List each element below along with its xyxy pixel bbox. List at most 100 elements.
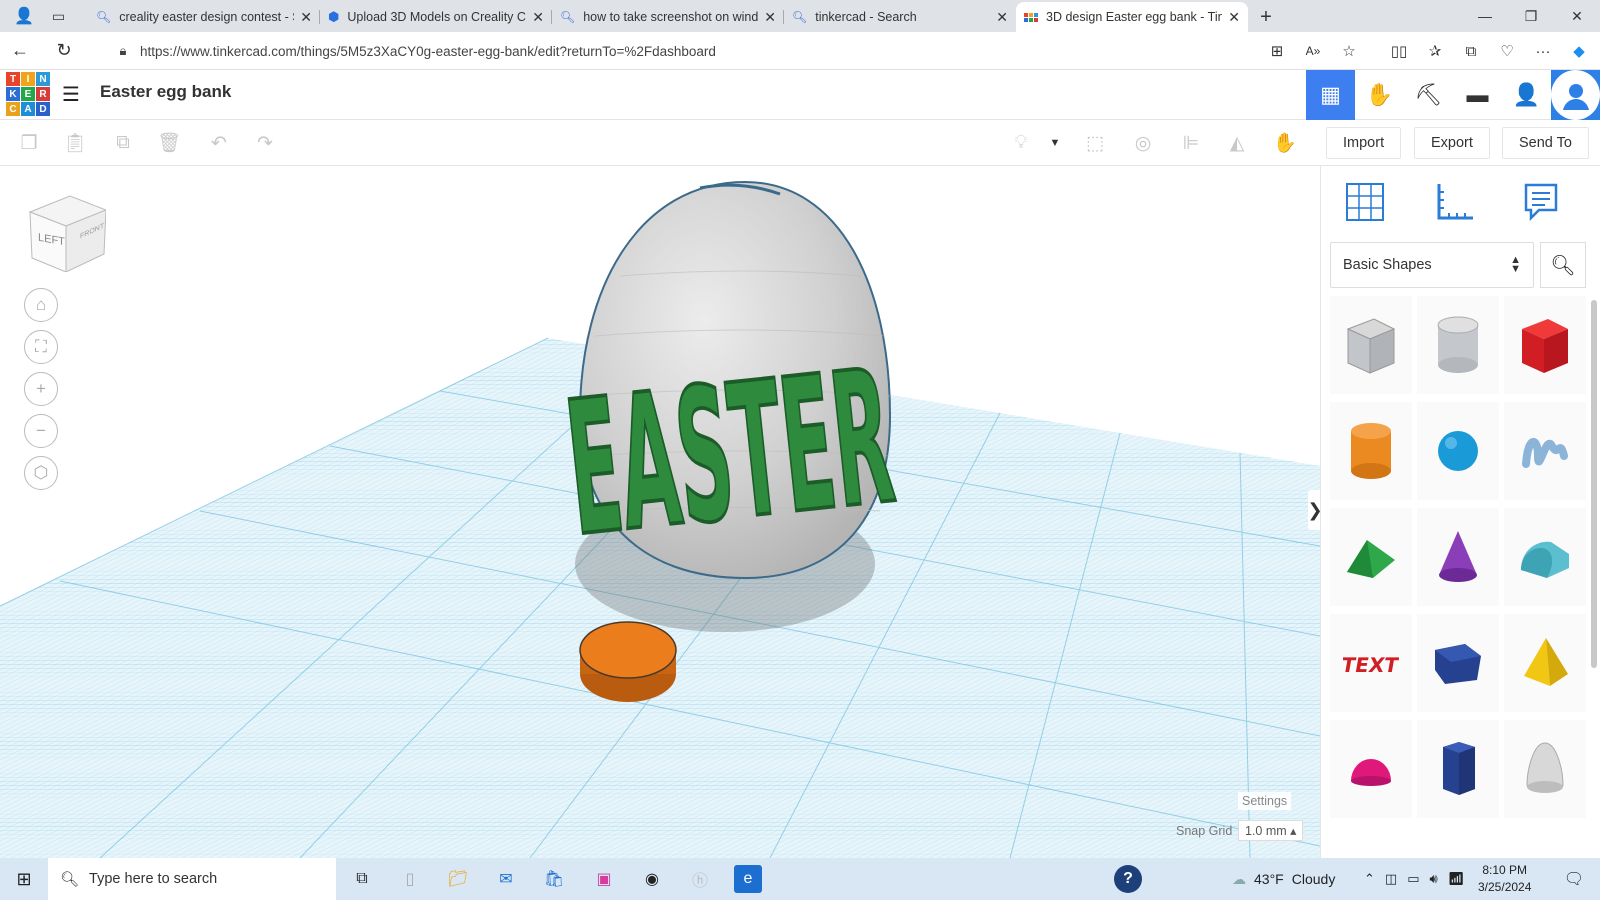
- shape-round-roof[interactable]: [1504, 508, 1586, 606]
- design-title[interactable]: Easter egg bank: [100, 82, 231, 102]
- browser-tab[interactable]: 🔍︎ how to take screenshot on windo ✕: [552, 2, 784, 32]
- orange-button[interactable]: [579, 621, 677, 702]
- close-icon[interactable]: ✕: [532, 9, 544, 26]
- shape-cylinder[interactable]: [1417, 296, 1499, 394]
- zoom-in-icon[interactable]: +: [24, 372, 58, 406]
- list-menu-icon[interactable]: ☰: [62, 82, 80, 107]
- photos-icon[interactable]: ▣: [590, 865, 618, 893]
- copilot-icon[interactable]: ◆: [1568, 42, 1590, 60]
- hp-icon[interactable]: ⓗ: [686, 865, 714, 893]
- easter-3d-text[interactable]: EASTER: [556, 327, 904, 579]
- tab-actions-icon[interactable]: ▭: [52, 8, 65, 25]
- shape-polygon[interactable]: [1417, 614, 1499, 712]
- panel-scrollbar[interactable]: [1591, 300, 1597, 668]
- volume-icon[interactable]: 🔊︎: [1430, 871, 1438, 887]
- chevron-down-icon[interactable]: ▼: [1040, 128, 1070, 158]
- settings-button[interactable]: Settings: [1238, 792, 1292, 810]
- back-icon[interactable]: ←: [0, 40, 40, 61]
- taskbar-clock[interactable]: 8:10 PM 3/25/2024: [1478, 862, 1531, 896]
- restore-icon[interactable]: ❐: [1508, 0, 1554, 32]
- expand-panel-icon[interactable]: ❯: [1307, 490, 1320, 530]
- shape-text[interactable]: TEXT: [1330, 614, 1412, 712]
- tray-chevron-icon[interactable]: ⌃: [1364, 871, 1375, 887]
- pickaxe-icon[interactable]: ⛏: [1404, 70, 1453, 120]
- avatar[interactable]: [1551, 70, 1600, 120]
- split-screen-icon[interactable]: ▯▯: [1388, 42, 1410, 60]
- workplane-viewport[interactable]: EASTER LEFT FRONT ⌂ ⛶ + − ⬡ Settings Sna…: [0, 166, 1320, 858]
- shape-sphere[interactable]: [1417, 402, 1499, 500]
- export-button[interactable]: Export: [1414, 127, 1490, 159]
- home-view-icon[interactable]: ⌂: [24, 288, 58, 322]
- copy-icon[interactable]: ❐: [14, 128, 44, 158]
- shape-paraboloid[interactable]: [1504, 720, 1586, 818]
- grid-view-icon[interactable]: ▦: [1306, 70, 1355, 120]
- file-explorer-icon[interactable]: 📁︎: [444, 865, 472, 893]
- shape-search-icon[interactable]: 🔍︎: [1540, 242, 1586, 288]
- shape-category-select[interactable]: Basic Shapes ▲ ▼: [1330, 242, 1534, 288]
- fit-view-icon[interactable]: ⛶: [24, 330, 58, 364]
- close-icon[interactable]: ✕: [300, 9, 312, 26]
- more-icon[interactable]: ···: [1532, 43, 1554, 60]
- mirror-icon[interactable]: ◭: [1222, 128, 1252, 158]
- shape-hexagonal-prism[interactable]: [1417, 720, 1499, 818]
- profile-icon[interactable]: 👤: [14, 6, 34, 26]
- collections-icon[interactable]: ⧉: [1460, 43, 1482, 60]
- notifications-icon[interactable]: 🗨︎: [1560, 865, 1588, 893]
- shape-half-sphere[interactable]: [1330, 720, 1412, 818]
- apps-icon[interactable]: ⊞: [1266, 42, 1288, 60]
- cruise-icon[interactable]: ✋: [1270, 128, 1300, 158]
- store-icon[interactable]: 🛍︎: [540, 865, 568, 893]
- close-window-icon[interactable]: ✕: [1554, 0, 1600, 32]
- extensions-icon[interactable]: ♡: [1496, 42, 1518, 60]
- battery-icon[interactable]: ▭: [1407, 871, 1419, 887]
- workplane-icon[interactable]: [1341, 178, 1389, 226]
- light-bulb-icon[interactable]: 💡︎: [1006, 128, 1036, 158]
- delete-icon[interactable]: 🗑︎: [154, 128, 184, 158]
- browser-tab-active[interactable]: 3D design Easter egg bank - Tink ✕: [1016, 2, 1248, 32]
- refresh-icon[interactable]: ↻: [44, 40, 84, 61]
- favorites-icon[interactable]: ✰: [1424, 42, 1446, 60]
- tinkercad-logo[interactable]: T I N K E R C A D: [6, 72, 50, 116]
- mail-icon[interactable]: ✉: [492, 865, 520, 893]
- shape-scribble[interactable]: [1504, 402, 1586, 500]
- zoom-out-icon[interactable]: −: [24, 414, 58, 448]
- new-tab-button[interactable]: +: [1248, 2, 1284, 32]
- weather-widget[interactable]: ☁ 43°F Cloudy: [1232, 858, 1335, 900]
- import-button[interactable]: Import: [1326, 127, 1402, 159]
- ungroup-icon[interactable]: ◎: [1128, 128, 1158, 158]
- task-view-icon[interactable]: ⧉: [348, 865, 376, 893]
- app-icon[interactable]: ◉: [638, 865, 666, 893]
- shape-box[interactable]: [1330, 296, 1412, 394]
- redo-icon[interactable]: ↷: [250, 128, 280, 158]
- file-icon[interactable]: ▯: [396, 865, 424, 893]
- shape-roof[interactable]: [1330, 508, 1412, 606]
- shape-pyramid[interactable]: [1504, 614, 1586, 712]
- close-icon[interactable]: ✕: [764, 9, 776, 26]
- browser-tab[interactable]: ⬢ Upload 3D Models on Creality C ✕: [320, 2, 552, 32]
- url-field[interactable]: 🔒︎ https://www.tinkercad.com/things/5M5z…: [106, 36, 1306, 66]
- scene-canvas[interactable]: EASTER: [0, 166, 1320, 858]
- perspective-icon[interactable]: ⬡: [24, 456, 58, 490]
- lock-icon[interactable]: 🔒︎: [106, 43, 140, 59]
- group-icon[interactable]: ⬚: [1080, 128, 1110, 158]
- windows-start-icon[interactable]: ⊞: [10, 865, 38, 893]
- paste-icon[interactable]: 📋︎: [60, 128, 90, 158]
- favorite-star-icon[interactable]: ☆: [1338, 42, 1360, 60]
- snap-grid-select[interactable]: 1.0 mm ▴: [1238, 820, 1304, 841]
- camera-icon[interactable]: ◫: [1385, 871, 1397, 887]
- wifi-icon[interactable]: 📶︎: [1448, 871, 1465, 887]
- duplicate-icon[interactable]: ⧉: [108, 128, 138, 158]
- browser-tab[interactable]: 🔍︎ creality easter design contest - S ✕: [88, 2, 320, 32]
- minimize-icon[interactable]: —: [1462, 0, 1508, 32]
- shape-cylinder-orange[interactable]: [1330, 402, 1412, 500]
- taskbar-search-input[interactable]: 🔍︎ Type here to search: [48, 858, 336, 900]
- ruler-icon[interactable]: [1431, 178, 1479, 226]
- shape-cone[interactable]: [1417, 508, 1499, 606]
- notes-icon[interactable]: [1517, 178, 1565, 226]
- help-icon[interactable]: ?: [1114, 865, 1142, 893]
- shape-box-red[interactable]: [1504, 296, 1586, 394]
- close-icon[interactable]: ✕: [996, 9, 1008, 26]
- close-icon[interactable]: ✕: [1228, 9, 1240, 26]
- edge-icon[interactable]: e: [734, 865, 762, 893]
- browser-tab[interactable]: 🔍︎ tinkercad - Search ✕: [784, 2, 1016, 32]
